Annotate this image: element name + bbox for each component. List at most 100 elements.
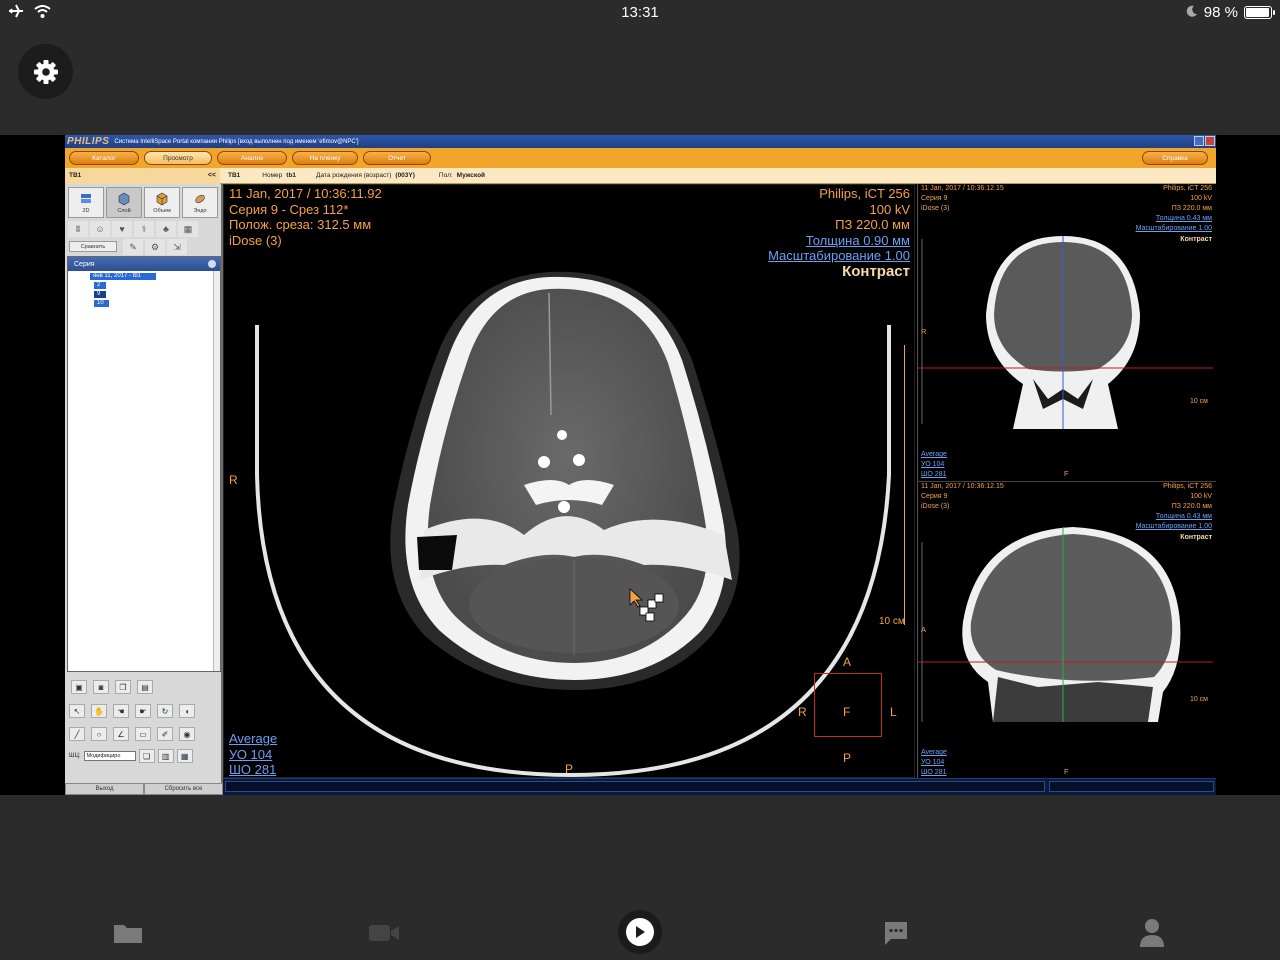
skull-icon[interactable]: ☺ [90, 221, 110, 237]
philips-window[interactable]: PHILIPS Система IntelliSpace Portal комп… [65, 135, 1216, 795]
sagittal-fov: ПЗ 220.0 мм [1171, 503, 1212, 510]
patient-tab[interactable]: TB1 << [65, 167, 220, 184]
sagittal-scanner: Philips, iCT 256 [1163, 483, 1212, 490]
annotation-tool-icon[interactable]: ✐ [157, 727, 173, 741]
menu-help[interactable]: Справка [1142, 151, 1208, 165]
axial-ruler [904, 345, 912, 625]
series-item-10[interactable]: 10 [94, 300, 109, 307]
exit-button[interactable]: Выход [65, 783, 144, 795]
coronal-ww[interactable]: ШО 281 [921, 470, 946, 480]
play-button[interactable] [618, 910, 662, 954]
ellipse-tool-icon[interactable]: ○ [91, 727, 107, 741]
line-tool-icon[interactable]: ╱ [69, 727, 85, 741]
menu-catalog[interactable]: Каталог [69, 151, 139, 165]
series-item-9[interactable]: 9 [94, 291, 106, 298]
book-icon[interactable]: ▤ [137, 680, 153, 694]
tab-chat[interactable] [876, 918, 916, 948]
lower-row-4: ШЦ: Модифициро ❏ ▥ ▦ [69, 749, 193, 763]
tab-folder[interactable] [108, 918, 148, 948]
filmstrip-icon[interactable]: ▥ [157, 749, 174, 763]
layout-icon[interactable]: ▦ [178, 221, 198, 237]
eraser-icon[interactable]: ◖ [179, 704, 195, 718]
mode-volume[interactable]: Объем [144, 187, 180, 218]
coronal-average[interactable]: Average [921, 450, 947, 460]
patient-sex-label: Пол: [438, 172, 453, 179]
status-right: 98 % [1186, 4, 1275, 21]
menu-report[interactable]: Отчет [363, 151, 431, 165]
sagittal-thickness[interactable]: Толщина 0.43 мм [1156, 512, 1212, 522]
axial-scale[interactable]: Масштабирование 1.00 [768, 248, 910, 264]
rotate-icon[interactable]: ↻ [157, 704, 173, 718]
copy-icon[interactable]: ❐ [115, 680, 131, 694]
compare-button[interactable]: Сравнить [69, 241, 117, 252]
sagittal-wl[interactable]: УО 104 [921, 758, 944, 768]
mode-slice[interactable]: Слой [106, 187, 142, 218]
tab-profile[interactable] [1132, 918, 1172, 948]
axial-viewport[interactable]: 11 Jan, 2017 / 10:36:11.92 Серия 9 - Сре… [223, 184, 915, 778]
series-header: Серия [68, 257, 220, 271]
zoom-hand-icon[interactable]: ☚ [113, 704, 129, 718]
hand-icon[interactable]: ✋ [91, 704, 107, 718]
sagittal-viewport[interactable]: 11 Jan, 2017 / 10:36:12.15 Серия 9 iDose… [917, 481, 1216, 778]
play-icon [626, 918, 654, 946]
sagittal-orient-bottom: F [1064, 767, 1069, 776]
heart-icon[interactable]: ♥ [112, 221, 132, 237]
coronal-viewport[interactable]: 11 Jan, 2017 / 10:36:12.15 Серия 9 iDose… [917, 184, 1216, 481]
status-field-right [1049, 781, 1214, 792]
mode-endo[interactable]: Эндо [182, 187, 218, 218]
sagittal-average[interactable]: Average [921, 748, 947, 758]
coronal-idose: iDose (3) [921, 205, 950, 212]
tool-row-3: ✎ ⚙ ⇲ [123, 239, 187, 255]
coronal-thickness[interactable]: Толщина 0.43 мм [1156, 214, 1212, 224]
reset-all-button[interactable]: Сбросить все [144, 783, 223, 795]
close-series-icon[interactable] [208, 260, 216, 268]
mode-2d[interactable]: 2D [68, 187, 104, 218]
circle-roi-icon[interactable]: ◉ [179, 727, 195, 741]
cube-top: A [843, 655, 852, 669]
screen-share-area[interactable]: PHILIPS Система IntelliSpace Portal комп… [0, 135, 1280, 795]
grid-icon[interactable]: ▦ [176, 749, 193, 763]
axial-wl[interactable]: УО 104 [229, 747, 272, 763]
gear-icon [33, 59, 58, 84]
menu-analysis[interactable]: Анализ [217, 151, 287, 165]
tab-video[interactable] [364, 918, 404, 948]
coronal-scale[interactable]: Масштабирование 1.00 [1136, 224, 1212, 234]
modify-select[interactable]: Модифициро [83, 751, 136, 761]
axial-average[interactable]: Average [229, 731, 277, 747]
pencil-icon[interactable]: ✎ [123, 239, 143, 255]
close-button[interactable] [1205, 136, 1215, 146]
window-level-icon[interactable]: ☛ [135, 704, 151, 718]
collapse-button[interactable]: << [208, 172, 216, 179]
menu-film[interactable]: На пленку [292, 151, 358, 165]
layers-icon[interactable]: ❏ [138, 749, 155, 763]
camera-icon[interactable]: ◙ [93, 680, 109, 694]
minimize-button[interactable] [1194, 136, 1204, 146]
sagittal-scale[interactable]: Масштабирование 1.00 [1136, 522, 1212, 532]
battery-percent: 98 % [1203, 4, 1238, 21]
lungs-icon[interactable]: ʬ [68, 221, 88, 237]
viewer-status-bar [223, 778, 1216, 795]
coronal-fov: ПЗ 220.0 мм [1171, 205, 1212, 212]
export-icon[interactable]: ⇲ [167, 239, 187, 255]
study-item[interactable]: янв 11, 2017 - tb1 [90, 273, 156, 280]
settings-button[interactable] [18, 44, 73, 99]
angle-tool-icon[interactable]: ∠ [113, 727, 129, 741]
network-icon[interactable]: ⚙ [145, 239, 165, 255]
ruler-tool-icon[interactable]: ▭ [135, 727, 151, 741]
axial-ruler-label: 10 см [879, 616, 905, 627]
vessel-icon[interactable]: ⚕ [134, 221, 154, 237]
sagittal-ww[interactable]: ШО 281 [921, 768, 946, 778]
orientation-cube[interactable]: A R F L P [792, 655, 906, 765]
series-scrollbar[interactable] [213, 271, 220, 671]
save-icon[interactable]: ▣ [71, 680, 87, 694]
coronal-wl[interactable]: УО 104 [921, 460, 944, 470]
sagittal-idose: iDose (3) [921, 503, 950, 510]
pointer-icon[interactable]: ↖ [69, 704, 85, 718]
axial-kv: 100 kV [869, 201, 910, 217]
axial-thickness[interactable]: Толщина 0.90 мм [806, 233, 910, 249]
colon-icon[interactable]: ♣ [156, 221, 176, 237]
axial-ww[interactable]: ШО 281 [229, 762, 276, 778]
status-bar: 13:31 98 % [0, 0, 1280, 26]
series-item-2[interactable]: 2 [94, 282, 106, 289]
menu-view[interactable]: Просмотр [144, 151, 212, 165]
